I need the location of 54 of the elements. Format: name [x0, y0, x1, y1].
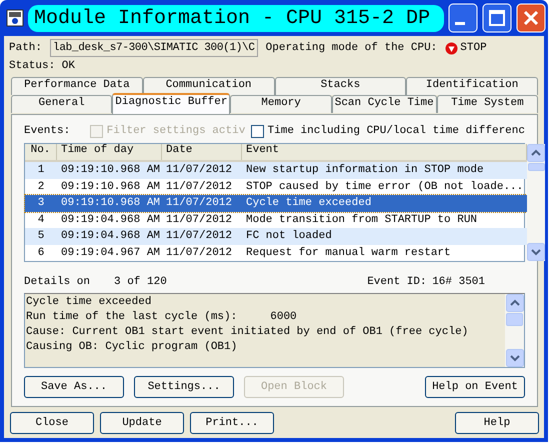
details-line: Cause: Current OB1 start event initiated by end of OB1 (free cycle) — [26, 326, 470, 338]
dialog-button[interactable]: Settings... — [134, 376, 234, 398]
event-id-label: Event ID: — [367, 276, 428, 288]
path-label: Path: — [9, 42, 42, 54]
mode-value: STOP — [460, 42, 487, 54]
dialog-button[interactable]: Close — [10, 412, 94, 434]
scroll-thumb[interactable] — [506, 313, 523, 326]
dialog-button[interactable]: Save As... — [24, 376, 124, 398]
stop-icon — [445, 42, 458, 54]
tab[interactable]: Performance Data — [11, 77, 143, 95]
dialog-button[interactable]: Print... — [190, 412, 274, 434]
dialog-button[interactable]: Update — [100, 412, 184, 434]
event-row[interactable]: 5 09:19:04.968 AM 11/07/2012 FC not loaded — [25, 228, 528, 244]
scroll-up-button[interactable] — [527, 144, 546, 162]
minimize-button[interactable] — [448, 3, 478, 33]
tab[interactable]: Time System — [436, 95, 538, 113]
tab[interactable]: Communication — [142, 77, 274, 95]
column-header[interactable]: No. — [25, 144, 57, 160]
time-label: Time including CPU/local time differenc — [268, 125, 525, 137]
path-field[interactable]: lab_desk_s7-300\SIMATIC 300(1)\C — [50, 39, 258, 57]
column-header[interactable]: Date — [162, 144, 242, 160]
details-line: Cycle time exceeded — [26, 296, 152, 308]
tab[interactable]: Memory — [230, 95, 332, 113]
details-line: Run time of the last cycle (ms): 6000 — [26, 311, 298, 323]
events-label: Events: — [24, 125, 72, 137]
maximize-button[interactable] — [482, 3, 512, 33]
details-line: Causing OB: Cyclic program (OB1) — [26, 341, 238, 353]
tab[interactable]: Identification — [406, 77, 538, 95]
tab[interactable]: Scan Cycle Time — [332, 95, 437, 113]
checkbox[interactable] — [250, 124, 264, 138]
event-id-value: 16# 3501 — [432, 276, 485, 288]
dialog-button[interactable]: Help — [455, 412, 539, 434]
column-header[interactable]: Time of day — [57, 144, 162, 160]
scroll-up-button[interactable] — [506, 294, 524, 312]
tab[interactable]: General — [11, 95, 112, 113]
event-row[interactable]: 2 09:19:10.968 AM 11/07/2012 STOP caused by time error (OB not loade... — [25, 178, 528, 195]
tab[interactable]: Stacks — [274, 77, 406, 95]
close-button[interactable] — [516, 3, 546, 33]
details-count: 3 of 120 — [114, 276, 167, 288]
dialog-button[interactable]: Help on Event — [425, 376, 525, 398]
scroll-down-button[interactable] — [527, 243, 546, 261]
app-icon — [6, 9, 24, 27]
details-label: Details on — [24, 276, 92, 288]
filter-label: Filter settings activ — [106, 125, 246, 137]
tab[interactable]: Diagnostic Buffer — [112, 93, 230, 114]
status-text: Status: OK — [9, 60, 76, 72]
mode-label: Operating mode of the CPU: — [266, 42, 438, 54]
event-row[interactable]: 4 09:19:04.968 AM 11/07/2012 Mode transition from STARTUP to RUN — [25, 212, 528, 228]
event-row[interactable]: 6 09:19:04.967 AM 11/07/2012 Request for manual warm restart — [25, 244, 528, 261]
event-row[interactable]: 3 09:19:10.968 AM 11/07/2012 Cycle time exceeded — [25, 195, 528, 212]
scroll-thumb[interactable] — [528, 163, 545, 171]
scroll-down-button[interactable] — [506, 349, 524, 367]
event-row[interactable]: 1 09:19:10.968 AM 11/07/2012 New startup information in STOP mode — [25, 162, 528, 178]
window-title: Module Information - CPU 315-2 DP — [28, 4, 444, 32]
